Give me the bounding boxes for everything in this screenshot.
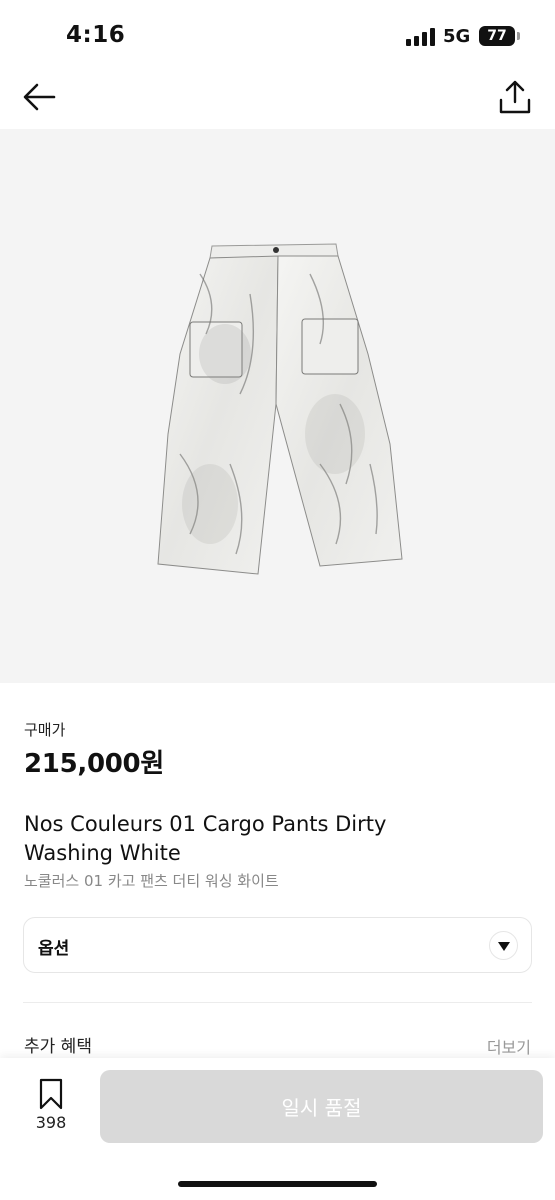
home-indicator	[178, 1181, 377, 1187]
chevron-down-icon[interactable]	[489, 931, 518, 960]
option-select[interactable]: 옵션	[23, 917, 532, 973]
arrow-left-icon[interactable]	[20, 80, 58, 114]
cargo-pants-image	[157, 243, 403, 575]
bookmark-count: 398	[35, 1113, 67, 1132]
battery-nub	[517, 32, 520, 40]
benefits-label: 추가 혜택	[24, 1037, 92, 1057]
sold-out-button[interactable]: 일시 품절	[100, 1070, 543, 1143]
price-value: 215,000원	[24, 749, 164, 779]
bookmark-button[interactable]: 398	[28, 1078, 74, 1138]
divider	[23, 1002, 532, 1003]
network-type: 5G	[443, 26, 471, 47]
product-name-ko: 노쿨러스 01 카고 팬츠 더티 워싱 화이트	[24, 872, 279, 890]
status-bar: 4:16 5G 77	[0, 0, 555, 70]
signal-icon	[406, 28, 435, 46]
status-time: 4:16	[66, 22, 126, 48]
battery-icon: 77	[479, 26, 515, 46]
bookmark-icon	[39, 1078, 63, 1110]
price-label: 구매가	[24, 721, 66, 739]
share-icon[interactable]	[496, 78, 534, 116]
option-label: 옵션	[38, 939, 70, 959]
bottom-action-bar: 398 일시 품절	[0, 1058, 555, 1200]
product-name-en: Nos Couleurs 01 Cargo Pants Dirty Washin…	[24, 812, 387, 865]
top-nav	[0, 70, 555, 128]
product-image[interactable]	[0, 129, 555, 683]
more-link[interactable]: 더보기	[487, 1034, 531, 1058]
